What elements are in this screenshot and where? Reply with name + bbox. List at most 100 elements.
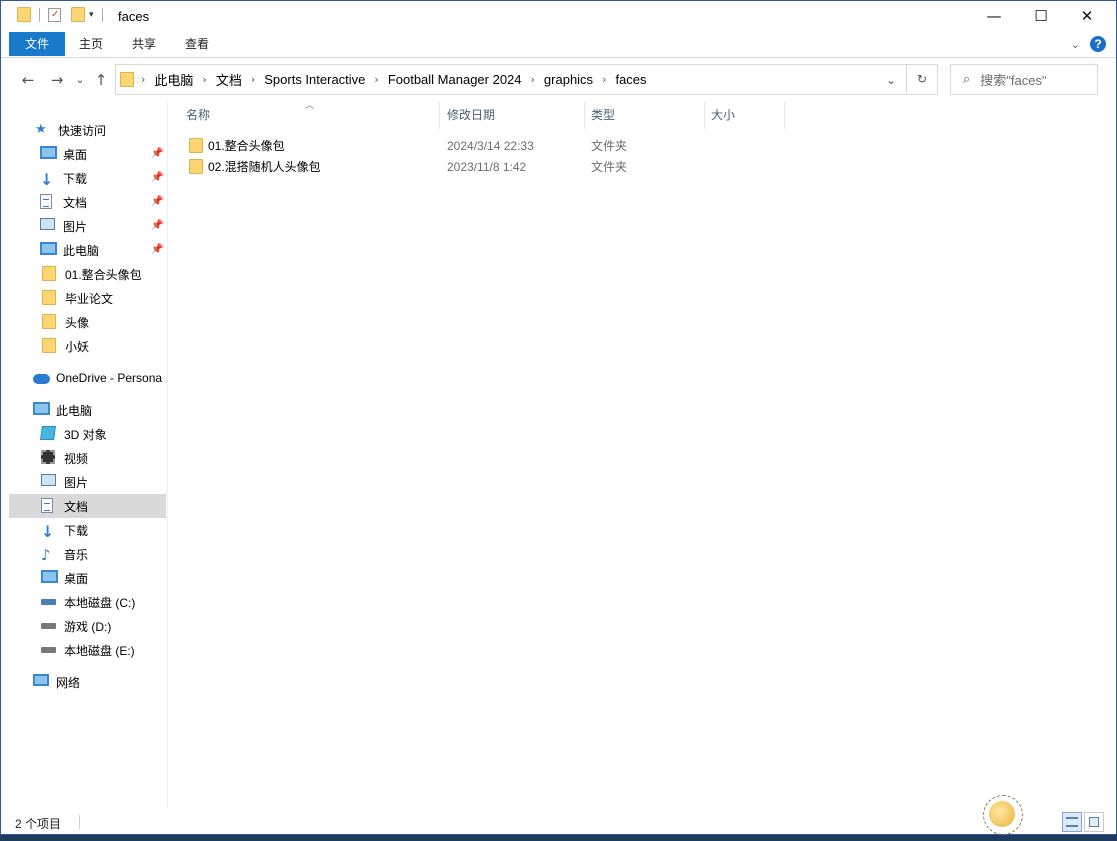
sidebar-item-label: 桌面 bbox=[64, 571, 89, 586]
close-button[interactable]: ✕ bbox=[1064, 1, 1110, 31]
sidebar-network[interactable]: 网络 bbox=[9, 670, 166, 694]
sidebar-item-drive-e[interactable]: 本地磁盘 (E:) bbox=[9, 638, 166, 662]
column-headers: ︿ 名称 修改日期 类型 大小 bbox=[168, 101, 1117, 129]
column-header-name[interactable]: 名称 bbox=[180, 102, 440, 129]
sidebar-item-label: 小妖 bbox=[65, 339, 90, 354]
chevron-right-icon[interactable]: › bbox=[199, 73, 209, 86]
back-button[interactable]: ← bbox=[18, 70, 38, 90]
chevron-right-icon[interactable]: › bbox=[248, 73, 258, 86]
sidebar-item-music[interactable]: ♪ 音乐 bbox=[9, 542, 166, 566]
list-item[interactable]: 02.混搭随机人头像包 2023/11/8 1:42 文件夹 bbox=[183, 156, 743, 177]
breadcrumb-sports-interactive[interactable]: Sports Interactive bbox=[258, 72, 371, 87]
pin-icon[interactable]: 📌 bbox=[151, 196, 163, 207]
up-button[interactable]: ↑ bbox=[91, 70, 111, 90]
minimize-button[interactable]: — bbox=[971, 1, 1017, 31]
sidebar-onedrive[interactable]: OneDrive - Persona bbox=[9, 366, 166, 390]
recent-locations-button[interactable]: ⌄ bbox=[70, 70, 90, 90]
sidebar-item-xiaoyao[interactable]: 小妖 bbox=[9, 334, 166, 358]
sidebar-item-label: 游戏 (D:) bbox=[64, 619, 112, 634]
breadcrumb-graphics[interactable]: graphics bbox=[538, 72, 599, 87]
sidebar-item-pictures[interactable]: 图片 📌 bbox=[9, 214, 166, 238]
tray-overlay-icon[interactable] bbox=[983, 795, 1023, 835]
sidebar-item-label: 桌面 bbox=[63, 147, 88, 162]
list-item[interactable]: 01.整合头像包 2024/3/14 22:33 文件夹 bbox=[183, 135, 743, 156]
videos-icon bbox=[41, 450, 55, 464]
tab-file[interactable]: 文件 bbox=[9, 32, 65, 56]
status-divider bbox=[79, 815, 80, 829]
tab-home[interactable]: 主页 bbox=[67, 32, 115, 56]
sidebar-item-desktop[interactable]: 桌面 📌 bbox=[9, 142, 166, 166]
address-bar[interactable]: › 此电脑 › 文档 › Sports Interactive › Footba… bbox=[115, 64, 938, 95]
column-header-type[interactable]: 类型 bbox=[585, 102, 705, 129]
new-folder-icon[interactable] bbox=[71, 7, 85, 22]
chevron-right-icon[interactable]: › bbox=[371, 73, 381, 86]
properties-icon[interactable]: ✓ bbox=[48, 7, 61, 22]
file-name: 02.混搭随机人头像包 bbox=[208, 160, 321, 174]
tab-view[interactable]: 查看 bbox=[173, 32, 221, 56]
download-icon: ↓ bbox=[41, 522, 55, 541]
sidebar-item-thesis[interactable]: 毕业论文 bbox=[9, 286, 166, 310]
sidebar-quick-access[interactable]: ★ 快速访问 bbox=[9, 118, 166, 142]
ribbon-tabs: 文件 主页 共享 查看 ⌄ ? bbox=[1, 32, 1116, 58]
pin-icon[interactable]: 📌 bbox=[151, 172, 163, 183]
search-input[interactable]: ⌕ 搜索"faces" bbox=[950, 64, 1098, 95]
folder-icon bbox=[42, 338, 56, 353]
sidebar-item-label: 图片 bbox=[63, 219, 88, 234]
sidebar-item-pictures-pc[interactable]: 图片 bbox=[9, 470, 166, 494]
chevron-right-icon[interactable]: › bbox=[138, 73, 148, 86]
tab-share[interactable]: 共享 bbox=[120, 32, 168, 56]
chevron-right-icon[interactable]: › bbox=[599, 73, 609, 86]
sidebar-item-drive-c[interactable]: 本地磁盘 (C:) bbox=[9, 590, 166, 614]
breadcrumb-this-pc[interactable]: 此电脑 bbox=[148, 70, 199, 89]
refresh-icon[interactable]: ↻ bbox=[906, 65, 937, 94]
sidebar-item-this-pc-pinned[interactable]: 此电脑 📌 bbox=[9, 238, 166, 262]
pin-icon[interactable]: 📌 bbox=[151, 148, 163, 159]
pin-icon[interactable]: 📌 bbox=[151, 220, 163, 231]
sidebar-item-3d-objects[interactable]: 3D 对象 bbox=[9, 422, 166, 446]
sidebar-item-label: 视频 bbox=[64, 451, 89, 466]
sidebar-this-pc[interactable]: 此电脑 bbox=[9, 398, 166, 422]
sidebar-item-downloads[interactable]: ↓ 下载 📌 bbox=[9, 166, 166, 190]
sidebar-item-folder-01[interactable]: 01.整合头像包 bbox=[9, 262, 166, 286]
chevron-right-icon[interactable]: › bbox=[528, 73, 538, 86]
large-icons-view-button[interactable] bbox=[1084, 812, 1104, 832]
sidebar-item-downloads-pc[interactable]: ↓ 下载 bbox=[9, 518, 166, 542]
sidebar-item-desktop-pc[interactable]: 桌面 bbox=[9, 566, 166, 590]
network-icon bbox=[33, 674, 49, 686]
sidebar-item-label: 本地磁盘 (C:) bbox=[64, 595, 136, 610]
file-type: 文件夹 bbox=[591, 139, 628, 153]
column-header-size[interactable]: 大小 bbox=[705, 102, 785, 129]
sidebar-item-drive-d[interactable]: 游戏 (D:) bbox=[9, 614, 166, 638]
breadcrumb-football-manager[interactable]: Football Manager 2024 bbox=[382, 72, 528, 87]
address-dropdown-icon[interactable]: ⌄ bbox=[876, 73, 906, 87]
sidebar-item-avatars[interactable]: 头像 bbox=[9, 310, 166, 334]
breadcrumb-documents[interactable]: 文档 bbox=[210, 70, 248, 89]
sidebar-item-videos[interactable]: 视频 bbox=[9, 446, 166, 470]
download-icon: ↓ bbox=[40, 170, 54, 189]
pictures-icon bbox=[41, 474, 56, 486]
breadcrumb-faces[interactable]: faces bbox=[609, 72, 652, 87]
folder-icon bbox=[42, 314, 56, 329]
sidebar-item-label: 图片 bbox=[64, 475, 89, 490]
system-drive-icon bbox=[41, 599, 56, 605]
sidebar-item-label: 毕业论文 bbox=[65, 291, 114, 306]
sidebar-item-label: 下载 bbox=[64, 523, 89, 538]
column-header-date[interactable]: 修改日期 bbox=[441, 102, 585, 129]
folder-icon[interactable] bbox=[17, 7, 31, 22]
navigation-bar: ← → ⌄ ↑ › 此电脑 › 文档 › Sports Interactive … bbox=[1, 64, 1116, 96]
documents-icon bbox=[41, 498, 53, 513]
help-icon[interactable]: ? bbox=[1090, 36, 1106, 52]
forward-button[interactable]: → bbox=[47, 70, 67, 90]
expand-ribbon-icon[interactable]: ⌄ bbox=[1071, 38, 1080, 51]
details-view-button[interactable] bbox=[1062, 812, 1082, 832]
sidebar-item-label: OneDrive - Persona bbox=[56, 371, 163, 385]
sidebar-item-documents[interactable]: 文档 📌 bbox=[9, 190, 166, 214]
sidebar-item-label: 头像 bbox=[65, 315, 90, 330]
customize-toolbar-icon[interactable]: ▾ bbox=[89, 10, 94, 20]
sidebar-item-documents-pc[interactable]: 文档 bbox=[9, 494, 166, 518]
pane-divider[interactable] bbox=[167, 101, 168, 808]
folder-icon bbox=[120, 72, 134, 87]
item-count: 2 个项目 bbox=[15, 817, 62, 831]
pin-icon[interactable]: 📌 bbox=[151, 244, 163, 255]
maximize-button[interactable]: ☐ bbox=[1018, 1, 1064, 31]
